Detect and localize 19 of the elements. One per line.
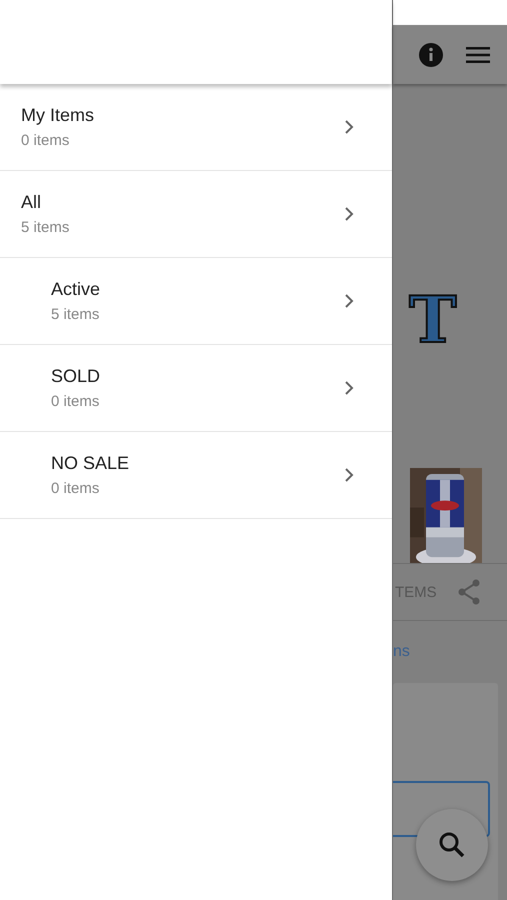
item-count: 5 items	[51, 306, 100, 323]
item-title: My Items	[21, 105, 96, 126]
item-count: 5 items	[21, 219, 70, 236]
item-title: All	[21, 192, 42, 213]
chevron-right-icon	[344, 206, 354, 222]
item-title: Active	[51, 279, 102, 300]
item-title: SOLD	[51, 366, 102, 387]
chevron-right-icon	[344, 467, 354, 483]
item-count: 0 items	[21, 132, 70, 149]
chevron-right-icon	[344, 119, 354, 135]
chevron-right-icon	[344, 293, 354, 309]
item-count: 0 items	[51, 393, 100, 410]
chevron-right-icon	[344, 380, 354, 396]
item-title: NO SALE	[51, 453, 130, 474]
item-count: 0 items	[51, 480, 100, 497]
search-icon	[438, 831, 466, 859]
menu-icon[interactable]	[466, 46, 490, 64]
logo-letter: T	[409, 289, 457, 353]
info-icon[interactable]	[418, 42, 444, 68]
